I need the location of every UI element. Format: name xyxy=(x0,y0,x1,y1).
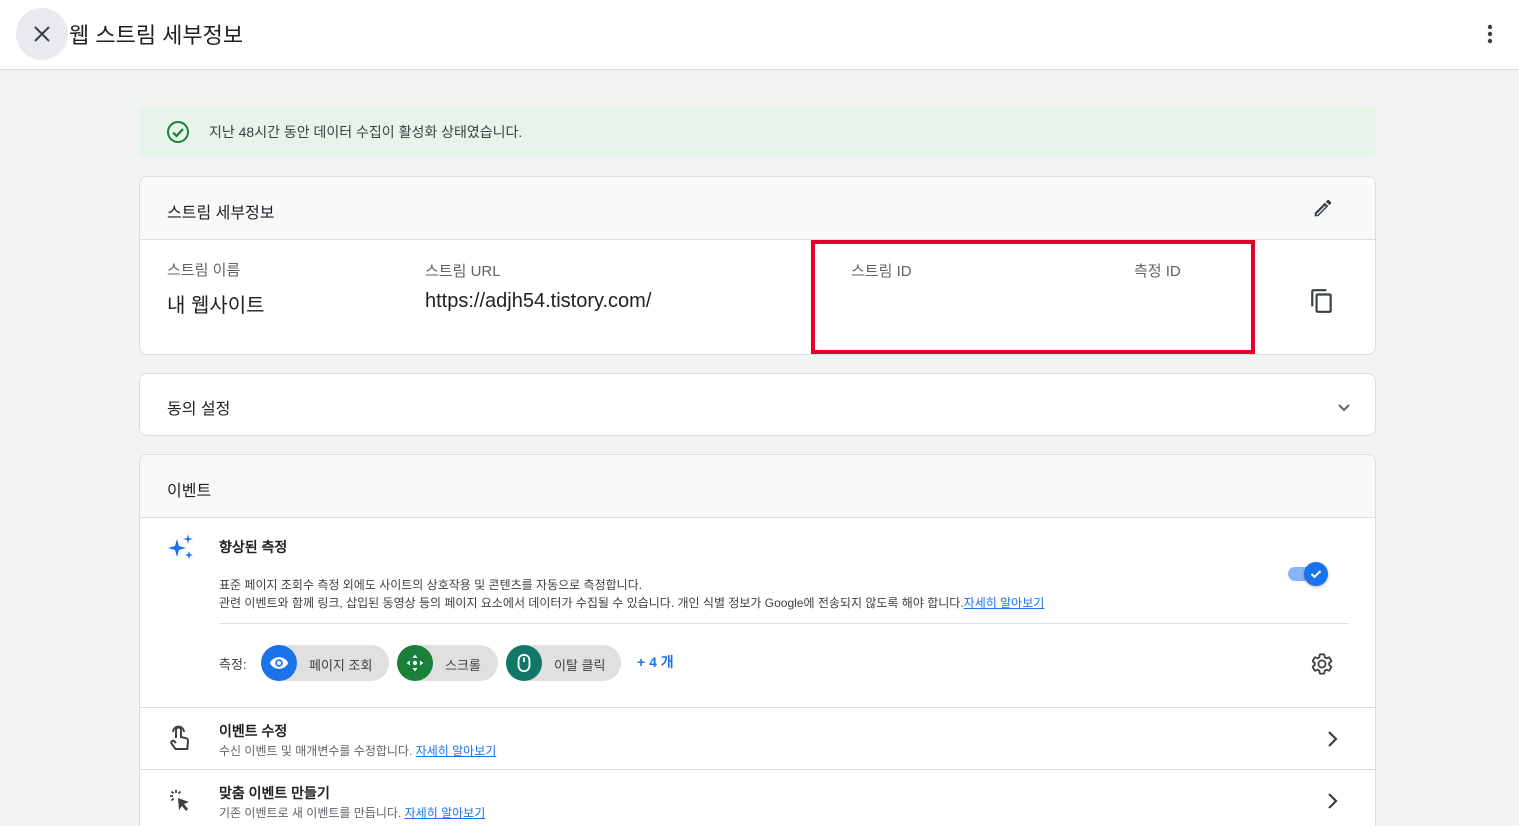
row-title: 이벤트 수정 xyxy=(219,723,288,739)
page-title: 웹 스트림 세부정보 xyxy=(69,23,244,48)
more-measurements-link[interactable]: + 4 개 xyxy=(637,652,674,672)
stream-name-value: 내 웹사이트 xyxy=(167,295,265,317)
copy-button[interactable] xyxy=(1306,285,1338,317)
events-title: 이벤트 xyxy=(167,483,212,500)
stream-name-label: 스트림 이름 xyxy=(167,262,241,279)
sparkle-icon xyxy=(168,534,193,559)
more-vert-icon xyxy=(1487,24,1493,44)
events-card: 이벤트 향상된 측정 표준 페이지 조회수 측정 외에도 사이트의 상호작용 및… xyxy=(139,454,1376,826)
row-sub-text: 수신 이벤트 및 매개변수를 수정합니다. xyxy=(219,744,413,758)
stream-details-header: 스트림 세부정보 xyxy=(140,177,1375,240)
status-banner: 지난 48시간 동안 데이터 수집이 활성화 상태였습니다. xyxy=(139,106,1376,157)
scroll-icon xyxy=(397,645,433,681)
stream-url-label: 스트림 URL xyxy=(425,263,501,280)
create-custom-event-row[interactable]: 맞춤 이벤트 만들기 기존 이벤트로 새 이벤트를 만듭니다. 자세히 알아보기 xyxy=(140,769,1375,826)
check-icon xyxy=(1310,570,1322,579)
stream-details-title: 스트림 세부정보 xyxy=(167,205,275,222)
chip-page-view[interactable]: 페이지 조회 xyxy=(261,645,389,681)
copy-icon xyxy=(1311,289,1332,313)
banner-text: 지난 48시간 동안 데이터 수집이 활성화 상태였습니다. xyxy=(209,124,523,140)
learn-more-link[interactable]: 자세히 알아보기 xyxy=(964,596,1045,610)
chip-label: 이탈 클릭 xyxy=(554,658,606,673)
highlight-box xyxy=(811,240,1255,354)
edit-icon xyxy=(1314,199,1332,217)
enhanced-measurement-toggle[interactable] xyxy=(1286,561,1328,586)
edit-button[interactable] xyxy=(1308,193,1338,223)
top-bar: 웹 스트림 세부정보 xyxy=(0,0,1519,70)
close-icon xyxy=(34,26,50,42)
measure-label: 측정: xyxy=(219,657,247,672)
chevron-down-icon xyxy=(1338,404,1350,412)
check-circle-icon xyxy=(167,121,189,143)
mouse-icon xyxy=(506,645,542,681)
learn-more-link[interactable]: 자세히 알아보기 xyxy=(416,744,497,758)
row-subtitle: 수신 이벤트 및 매개변수를 수정합니다. 자세히 알아보기 xyxy=(219,742,496,759)
row-title: 맞춤 이벤트 만들기 xyxy=(219,785,330,801)
touch-icon xyxy=(170,725,189,750)
enhanced-measurement-desc-1: 표준 페이지 조회수 측정 외에도 사이트의 상호작용 및 콘텐츠를 자동으로 … xyxy=(219,578,643,592)
divider xyxy=(219,623,1349,624)
chevron-right-icon xyxy=(1328,731,1338,747)
chip-label: 페이지 조회 xyxy=(309,658,373,673)
toggle-knob xyxy=(1304,562,1328,586)
close-button[interactable] xyxy=(16,8,68,60)
more-options-button[interactable] xyxy=(1476,18,1504,50)
learn-more-link[interactable]: 자세히 알아보기 xyxy=(405,806,486,820)
click-icon xyxy=(170,790,189,811)
stream-details-card: 스트림 세부정보 스트림 이름 내 웹사이트 스트림 URL https://a… xyxy=(139,176,1376,355)
chip-scroll[interactable]: 스크롤 xyxy=(397,645,498,681)
consent-settings-card[interactable]: 동의 설정 xyxy=(139,373,1376,436)
row-subtitle: 기존 이벤트로 새 이벤트를 만듭니다. 자세히 알아보기 xyxy=(219,804,485,821)
chip-label: 스크롤 xyxy=(445,658,481,673)
gear-icon xyxy=(1311,653,1333,675)
events-header: 이벤트 xyxy=(140,455,1375,518)
desc-text: 관련 이벤트와 함께 링크, 삽입된 동영상 등의 페이지 요소에서 데이터가 … xyxy=(219,596,964,610)
modify-events-row[interactable]: 이벤트 수정 수신 이벤트 및 매개변수를 수정합니다. 자세히 알아보기 xyxy=(140,707,1375,769)
stream-url-value: https://adjh54.tistory.com/ xyxy=(425,290,652,312)
row-sub-text: 기존 이벤트로 새 이벤트를 만듭니다. xyxy=(219,806,402,820)
eye-icon xyxy=(261,645,297,681)
chip-outbound-click[interactable]: 이탈 클릭 xyxy=(506,645,621,681)
chevron-right-icon xyxy=(1328,793,1338,809)
enhanced-measurement-desc-2: 관련 이벤트와 함께 링크, 삽입된 동영상 등의 페이지 요소에서 데이터가 … xyxy=(219,594,1044,611)
enhanced-measurement-title: 향상된 측정 xyxy=(219,539,288,555)
enhanced-measurement-settings-button[interactable] xyxy=(1308,650,1336,678)
consent-settings-title: 동의 설정 xyxy=(167,401,231,418)
